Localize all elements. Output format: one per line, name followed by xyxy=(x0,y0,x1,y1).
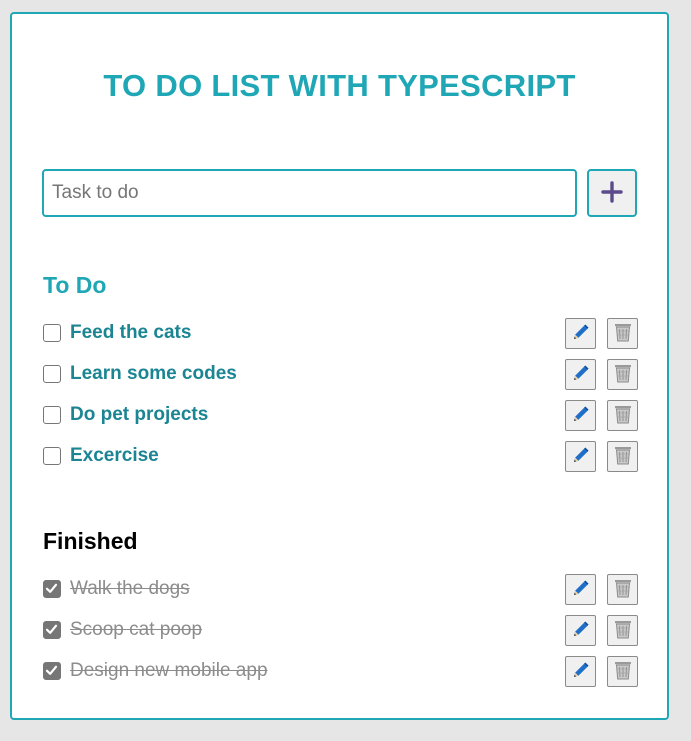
delete-button[interactable] xyxy=(607,359,638,390)
pencil-icon xyxy=(570,577,592,602)
checkbox-checked[interactable] xyxy=(43,621,61,639)
trash-icon xyxy=(613,618,633,643)
checkbox[interactable] xyxy=(43,406,61,424)
task-label: Design new mobile app xyxy=(70,660,268,681)
trash-icon xyxy=(613,444,633,469)
list-item: Learn some codes xyxy=(42,359,638,400)
edit-button[interactable] xyxy=(565,400,596,431)
edit-button[interactable] xyxy=(565,359,596,390)
checkbox[interactable] xyxy=(43,324,61,342)
trash-icon xyxy=(613,403,633,428)
add-task-button[interactable] xyxy=(587,169,637,217)
checkbox[interactable] xyxy=(43,365,61,383)
task-label: Do pet projects xyxy=(70,404,209,425)
pencil-icon xyxy=(570,321,592,346)
list-item: Feed the cats xyxy=(42,318,638,359)
checkbox[interactable] xyxy=(43,447,61,465)
pencil-icon xyxy=(570,618,592,643)
task-label: Walk the dogs xyxy=(70,578,190,599)
plus-icon xyxy=(601,180,623,206)
task-input[interactable] xyxy=(42,169,577,217)
task-label: Learn some codes xyxy=(70,363,237,384)
delete-button[interactable] xyxy=(607,318,638,349)
list-item: Do pet projects xyxy=(42,400,638,441)
finished-heading: Finished xyxy=(43,528,138,554)
todo-list: Feed the cats Learn some codes Do pet proj… xyxy=(42,318,638,482)
task-label: Scoop cat poop xyxy=(70,619,203,640)
trash-icon xyxy=(613,659,633,684)
task-label: Feed the cats xyxy=(70,322,192,343)
delete-button[interactable] xyxy=(607,656,638,687)
trash-icon xyxy=(613,321,633,346)
pencil-icon xyxy=(570,403,592,428)
delete-button[interactable] xyxy=(607,574,638,605)
pencil-icon xyxy=(570,659,592,684)
list-item: Design new mobile app xyxy=(42,656,638,697)
edit-button[interactable] xyxy=(565,615,596,646)
delete-button[interactable] xyxy=(607,400,638,431)
checkbox-checked[interactable] xyxy=(43,662,61,680)
task-label: Excercise xyxy=(70,445,159,466)
todo-heading: To Do xyxy=(43,272,107,298)
delete-button[interactable] xyxy=(607,441,638,472)
edit-button[interactable] xyxy=(565,574,596,605)
finished-list: Walk the dogs Scoop cat poop Design new mo… xyxy=(42,574,638,697)
pencil-icon xyxy=(570,444,592,469)
page-title: TO DO LIST WITH TYPESCRIPT xyxy=(103,68,576,103)
list-item: Walk the dogs xyxy=(42,574,638,615)
edit-button[interactable] xyxy=(565,318,596,349)
new-task-row xyxy=(42,168,638,218)
checkbox-checked[interactable] xyxy=(43,580,61,598)
list-item: Excercise xyxy=(42,441,638,482)
trash-icon xyxy=(613,362,633,387)
pencil-icon xyxy=(570,362,592,387)
edit-button[interactable] xyxy=(565,441,596,472)
list-item: Scoop cat poop xyxy=(42,615,638,656)
todo-card: TO DO LIST WITH TYPESCRIPT To Do Feed th… xyxy=(10,12,669,720)
delete-button[interactable] xyxy=(607,615,638,646)
edit-button[interactable] xyxy=(565,656,596,687)
trash-icon xyxy=(613,577,633,602)
